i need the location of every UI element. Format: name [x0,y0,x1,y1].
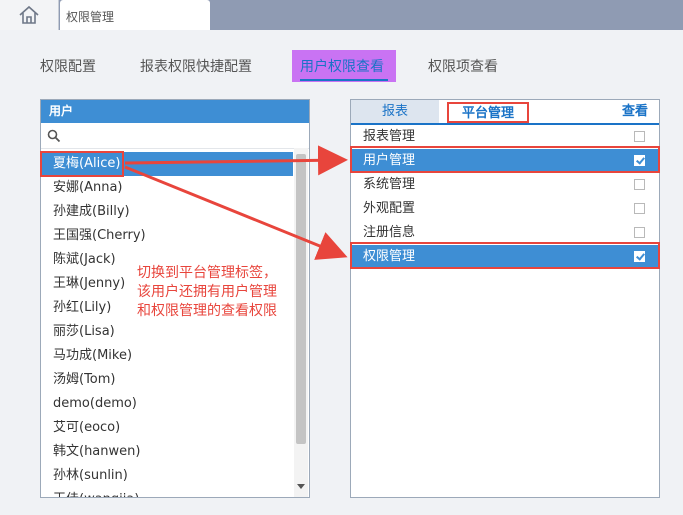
scroll-down-arrow-icon[interactable] [297,484,305,489]
sub-nav: 权限配置 报表权限快捷配置 用户权限查看 权限项查看 [0,50,683,84]
tab-permission-config[interactable]: 权限配置 [40,56,96,76]
tab-permission-management[interactable]: 权限管理 [60,0,210,30]
user-row[interactable]: demo(demo) [41,392,293,416]
tab-report[interactable]: 报表 [351,100,439,123]
perm-label: 外观配置 [363,201,416,216]
top-bar: 权限管理 [0,0,683,30]
view-checkbox[interactable] [634,227,645,238]
active-tab-underline [300,79,388,81]
user-row[interactable]: 安娜(Anna) [41,176,293,200]
user-search-input[interactable] [41,124,309,149]
perm-row-system-management[interactable]: 系统管理 [351,173,659,197]
perm-row-report-management[interactable]: 报表管理 [351,125,659,149]
user-list-scrollbar[interactable] [294,148,308,497]
scrollbar-thumb[interactable] [296,154,306,444]
perm-row-permission-management[interactable]: 权限管理 [351,245,659,269]
perm-row-registration-info[interactable]: 注册信息 [351,221,659,245]
perm-row-user-management[interactable]: 用户管理 [351,149,659,173]
tab-permission-item-view[interactable]: 权限项查看 [428,56,498,76]
user-row[interactable]: 韩文(hanwen) [41,440,293,464]
perm-label: 报表管理 [363,129,416,144]
view-checkbox-checked[interactable] [634,251,645,262]
perm-label: 权限管理 [363,249,416,264]
perm-row-appearance-config[interactable]: 外观配置 [351,197,659,221]
user-row[interactable]: 孙建成(Billy) [41,200,293,224]
tab-user-permission-view[interactable]: 用户权限查看 [300,56,384,76]
user-row[interactable]: 王佳(wangjia) [41,488,293,497]
user-row[interactable]: 汤姆(Tom) [41,368,293,392]
tab-platform-management[interactable]: 平台管理 [447,102,529,123]
home-icon [19,5,39,24]
annotation-note: 切换到平台管理标签，该用户还拥有用户管理和权限管理的查看权限 [137,265,277,319]
view-checkbox-checked[interactable] [634,155,645,166]
perm-label: 用户管理 [363,153,416,168]
view-checkbox[interactable] [634,131,645,142]
permission-panel: 报表 平台管理 查看 报表管理 用户管理 系统管理 外观配置 注册信息 权限管理 [350,99,660,498]
view-checkbox[interactable] [634,179,645,190]
search-icon [47,129,61,143]
user-row[interactable]: 马功成(Mike) [41,344,293,368]
user-row[interactable]: 王国强(Cherry) [41,224,293,248]
user-row-alice[interactable]: 夏梅(Alice) [41,152,293,176]
view-column-header: 查看 [621,104,648,119]
home-button[interactable] [0,0,59,30]
user-row[interactable]: 艾可(eoco) [41,416,293,440]
perm-label: 注册信息 [363,225,416,240]
user-panel-title: 用户 [41,100,309,123]
tab-title: 权限管理 [66,10,115,24]
perm-label: 系统管理 [363,177,416,192]
user-row[interactable]: 孙林(sunlin) [41,464,293,488]
view-checkbox[interactable] [634,203,645,214]
tab-report-quick-config[interactable]: 报表权限快捷配置 [140,56,252,76]
permission-tabs: 报表 平台管理 查看 [351,100,659,125]
user-row[interactable]: 丽莎(Lisa) [41,320,293,344]
